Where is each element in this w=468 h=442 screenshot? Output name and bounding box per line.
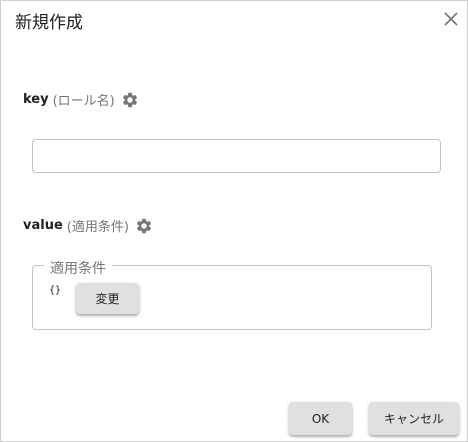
create-dialog: 新規作成 key (ロール名) value (適用条件) 適用条件 {} 変更 … <box>0 0 468 442</box>
close-icon[interactable] <box>442 10 460 28</box>
value-label: value <box>23 218 63 233</box>
key-label: key <box>23 92 49 107</box>
dialog-title: 新規作成 <box>15 13 83 33</box>
value-field-label: value (適用条件) <box>23 216 153 235</box>
ok-button[interactable]: OK <box>289 402 352 435</box>
gear-icon[interactable] <box>121 91 139 109</box>
condition-group-legend: 適用条件 <box>44 258 112 278</box>
value-sub-label: (適用条件) <box>66 220 129 235</box>
cancel-button[interactable]: キャンセル <box>369 402 459 435</box>
key-input[interactable] <box>32 139 441 173</box>
change-button[interactable]: 変更 <box>76 283 139 314</box>
key-sub-label: (ロール名) <box>52 94 115 109</box>
gear-icon[interactable] <box>135 217 153 235</box>
condition-value: {} <box>49 285 62 296</box>
key-field-label: key (ロール名) <box>23 90 139 109</box>
